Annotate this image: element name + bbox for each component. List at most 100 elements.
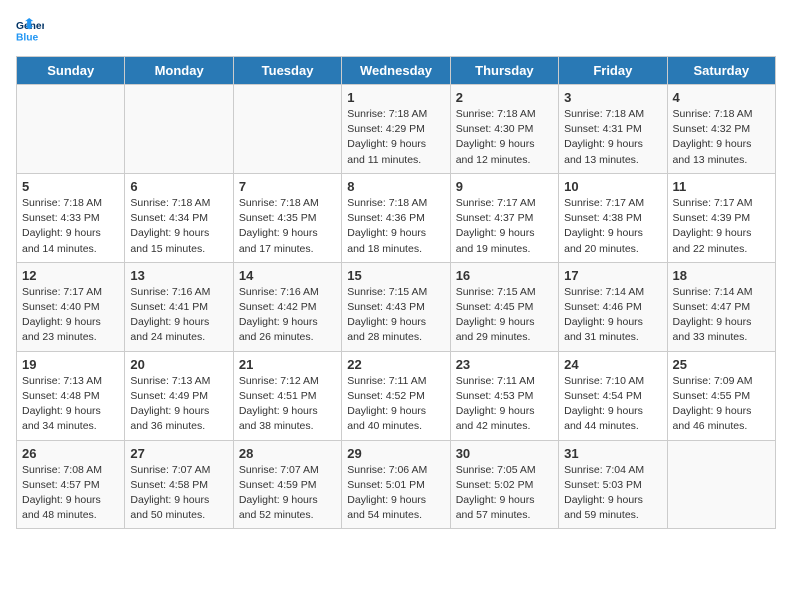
calendar-week-row: 19Sunrise: 7:13 AMSunset: 4:48 PMDayligh…	[17, 351, 776, 440]
day-number: 26	[22, 446, 119, 461]
cell-content: Sunrise: 7:04 AMSunset: 5:03 PMDaylight:…	[564, 463, 661, 524]
day-number: 20	[130, 357, 227, 372]
cell-content: Sunrise: 7:17 AMSunset: 4:40 PMDaylight:…	[22, 285, 119, 346]
day-number: 18	[673, 268, 770, 283]
calendar-cell: 22 Sunrise: 7:11 AMSunset: 4:52 PMDayligh…	[342, 351, 450, 440]
page-header: General Blue	[16, 16, 776, 44]
day-number: 4	[673, 90, 770, 105]
day-number: 9	[456, 179, 553, 194]
calendar-cell: 9 Sunrise: 7:17 AMSunset: 4:37 PMDaylight…	[450, 173, 558, 262]
calendar-cell: 6 Sunrise: 7:18 AMSunset: 4:34 PMDaylight…	[125, 173, 233, 262]
day-number: 31	[564, 446, 661, 461]
calendar-cell	[17, 85, 125, 174]
cell-content: Sunrise: 7:07 AMSunset: 4:59 PMDaylight:…	[239, 463, 336, 524]
calendar-header: SundayMondayTuesdayWednesdayThursdayFrid…	[17, 57, 776, 85]
calendar-cell: 25 Sunrise: 7:09 AMSunset: 4:55 PMDayligh…	[667, 351, 775, 440]
cell-content: Sunrise: 7:11 AMSunset: 4:52 PMDaylight:…	[347, 374, 444, 435]
calendar-cell: 7 Sunrise: 7:18 AMSunset: 4:35 PMDaylight…	[233, 173, 341, 262]
calendar-week-row: 1 Sunrise: 7:18 AMSunset: 4:29 PMDaylight…	[17, 85, 776, 174]
cell-content: Sunrise: 7:18 AMSunset: 4:35 PMDaylight:…	[239, 196, 336, 257]
day-number: 21	[239, 357, 336, 372]
calendar-cell: 27 Sunrise: 7:07 AMSunset: 4:58 PMDayligh…	[125, 440, 233, 529]
weekday-header: Friday	[559, 57, 667, 85]
day-number: 2	[456, 90, 553, 105]
cell-content: Sunrise: 7:16 AMSunset: 4:41 PMDaylight:…	[130, 285, 227, 346]
cell-content: Sunrise: 7:18 AMSunset: 4:33 PMDaylight:…	[22, 196, 119, 257]
cell-content: Sunrise: 7:18 AMSunset: 4:29 PMDaylight:…	[347, 107, 444, 168]
weekday-row: SundayMondayTuesdayWednesdayThursdayFrid…	[17, 57, 776, 85]
cell-content: Sunrise: 7:18 AMSunset: 4:30 PMDaylight:…	[456, 107, 553, 168]
cell-content: Sunrise: 7:14 AMSunset: 4:47 PMDaylight:…	[673, 285, 770, 346]
weekday-header: Sunday	[17, 57, 125, 85]
day-number: 5	[22, 179, 119, 194]
weekday-header: Tuesday	[233, 57, 341, 85]
day-number: 13	[130, 268, 227, 283]
day-number: 15	[347, 268, 444, 283]
day-number: 22	[347, 357, 444, 372]
cell-content: Sunrise: 7:13 AMSunset: 4:49 PMDaylight:…	[130, 374, 227, 435]
calendar-cell: 4Sunrise: 7:18 AMSunset: 4:32 PMDaylight…	[667, 85, 775, 174]
calendar-cell: 28 Sunrise: 7:07 AMSunset: 4:59 PMDayligh…	[233, 440, 341, 529]
calendar-cell: 16Sunrise: 7:15 AMSunset: 4:45 PMDayligh…	[450, 262, 558, 351]
logo: General Blue	[16, 16, 44, 44]
calendar-cell: 14Sunrise: 7:16 AMSunset: 4:42 PMDayligh…	[233, 262, 341, 351]
calendar-cell: 21 Sunrise: 7:12 AMSunset: 4:51 PMDayligh…	[233, 351, 341, 440]
cell-content: Sunrise: 7:17 AMSunset: 4:38 PMDaylight:…	[564, 196, 661, 257]
calendar-table: SundayMondayTuesdayWednesdayThursdayFrid…	[16, 56, 776, 529]
day-number: 23	[456, 357, 553, 372]
cell-content: Sunrise: 7:11 AMSunset: 4:53 PMDaylight:…	[456, 374, 553, 435]
weekday-header: Thursday	[450, 57, 558, 85]
day-number: 12	[22, 268, 119, 283]
day-number: 10	[564, 179, 661, 194]
cell-content: Sunrise: 7:17 AMSunset: 4:39 PMDaylight:…	[673, 196, 770, 257]
calendar-cell: 10 Sunrise: 7:17 AMSunset: 4:38 PMDayligh…	[559, 173, 667, 262]
day-number: 14	[239, 268, 336, 283]
cell-content: Sunrise: 7:17 AMSunset: 4:37 PMDaylight:…	[456, 196, 553, 257]
calendar-cell: 11 Sunrise: 7:17 AMSunset: 4:39 PMDayligh…	[667, 173, 775, 262]
day-number: 28	[239, 446, 336, 461]
day-number: 16	[456, 268, 553, 283]
day-number: 11	[673, 179, 770, 194]
day-number: 1	[347, 90, 444, 105]
calendar-cell: 12 Sunrise: 7:17 AMSunset: 4:40 PMDayligh…	[17, 262, 125, 351]
calendar-cell: 17 Sunrise: 7:14 AMSunset: 4:46 PMDayligh…	[559, 262, 667, 351]
svg-text:Blue: Blue	[16, 32, 39, 43]
cell-content: Sunrise: 7:13 AMSunset: 4:48 PMDaylight:…	[22, 374, 119, 435]
day-number: 3	[564, 90, 661, 105]
weekday-header: Saturday	[667, 57, 775, 85]
weekday-header: Monday	[125, 57, 233, 85]
calendar-cell: 26 Sunrise: 7:08 AMSunset: 4:57 PMDayligh…	[17, 440, 125, 529]
calendar-cell: 19Sunrise: 7:13 AMSunset: 4:48 PMDayligh…	[17, 351, 125, 440]
cell-content: Sunrise: 7:12 AMSunset: 4:51 PMDaylight:…	[239, 374, 336, 435]
day-number: 17	[564, 268, 661, 283]
day-number: 30	[456, 446, 553, 461]
day-number: 27	[130, 446, 227, 461]
day-number: 6	[130, 179, 227, 194]
calendar-cell: 8 Sunrise: 7:18 AMSunset: 4:36 PMDaylight…	[342, 173, 450, 262]
calendar-cell	[125, 85, 233, 174]
calendar-cell: 5 Sunrise: 7:18 AMSunset: 4:33 PMDaylight…	[17, 173, 125, 262]
calendar-cell: 29Sunrise: 7:06 AMSunset: 5:01 PMDayligh…	[342, 440, 450, 529]
cell-content: Sunrise: 7:18 AMSunset: 4:34 PMDaylight:…	[130, 196, 227, 257]
calendar-cell: 3Sunrise: 7:18 AMSunset: 4:31 PMDaylight…	[559, 85, 667, 174]
calendar-cell: 23 Sunrise: 7:11 AMSunset: 4:53 PMDayligh…	[450, 351, 558, 440]
calendar-cell	[233, 85, 341, 174]
calendar-cell: 18 Sunrise: 7:14 AMSunset: 4:47 PMDayligh…	[667, 262, 775, 351]
calendar-cell: 24Sunrise: 7:10 AMSunset: 4:54 PMDayligh…	[559, 351, 667, 440]
cell-content: Sunrise: 7:07 AMSunset: 4:58 PMDaylight:…	[130, 463, 227, 524]
calendar-cell: 31 Sunrise: 7:04 AMSunset: 5:03 PMDayligh…	[559, 440, 667, 529]
weekday-header: Wednesday	[342, 57, 450, 85]
day-number: 29	[347, 446, 444, 461]
day-number: 7	[239, 179, 336, 194]
day-number: 8	[347, 179, 444, 194]
calendar-cell: 2 Sunrise: 7:18 AMSunset: 4:30 PMDaylight…	[450, 85, 558, 174]
calendar-cell	[667, 440, 775, 529]
logo-icon: General Blue	[16, 16, 44, 44]
cell-content: Sunrise: 7:18 AMSunset: 4:36 PMDaylight:…	[347, 196, 444, 257]
cell-content: Sunrise: 7:14 AMSunset: 4:46 PMDaylight:…	[564, 285, 661, 346]
cell-content: Sunrise: 7:08 AMSunset: 4:57 PMDaylight:…	[22, 463, 119, 524]
cell-content: Sunrise: 7:09 AMSunset: 4:55 PMDaylight:…	[673, 374, 770, 435]
cell-content: Sunrise: 7:15 AMSunset: 4:43 PMDaylight:…	[347, 285, 444, 346]
calendar-cell: 30Sunrise: 7:05 AMSunset: 5:02 PMDayligh…	[450, 440, 558, 529]
day-number: 25	[673, 357, 770, 372]
